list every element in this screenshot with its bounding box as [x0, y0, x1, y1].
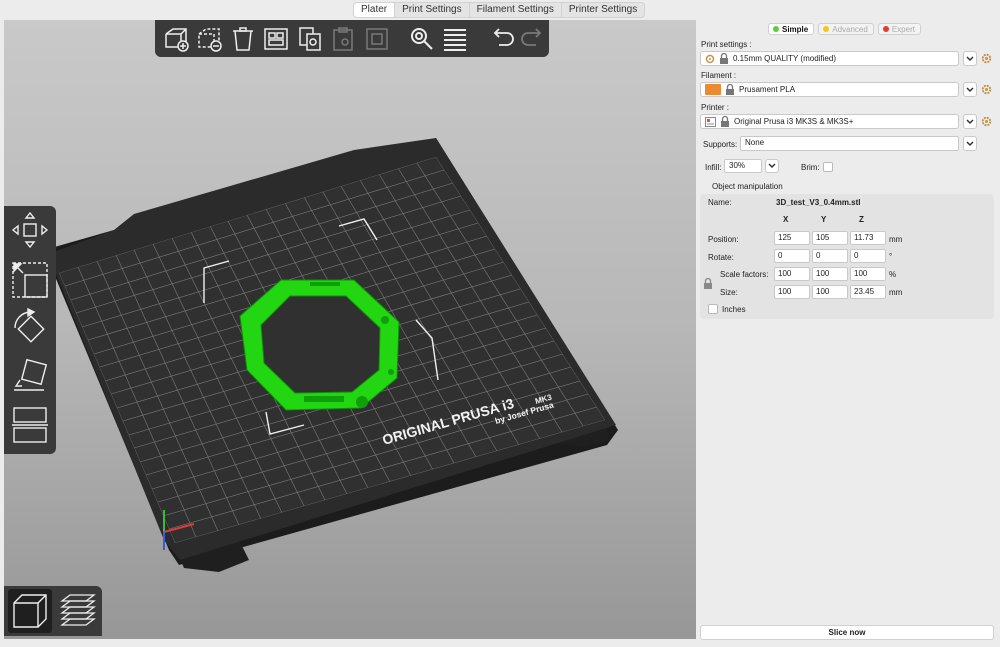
axis-x-label: X	[783, 215, 789, 224]
main-toolbar	[155, 20, 549, 57]
position-z-input[interactable]: 11.73	[850, 231, 886, 245]
simple-dot-icon	[773, 26, 779, 32]
chevron-down-icon	[966, 118, 974, 124]
copy-icon[interactable]	[295, 24, 324, 54]
tab-printer-settings[interactable]: Printer Settings	[562, 3, 644, 17]
name-label: Name:	[708, 198, 732, 207]
mode-selector: Simple Advanced Expert	[768, 23, 921, 35]
slice-now-button[interactable]: Slice now	[700, 625, 994, 640]
inches-checkbox[interactable]	[708, 304, 718, 314]
chevron-down-icon	[966, 86, 974, 92]
tab-plater[interactable]: Plater	[354, 3, 396, 17]
printer-label: Printer :	[701, 103, 730, 112]
lock-icon	[720, 116, 730, 127]
rotate-z-input[interactable]: 0	[850, 249, 886, 263]
chevron-down-icon	[768, 163, 776, 169]
filament-gear-icon[interactable]	[979, 82, 993, 97]
filament-combo[interactable]: Prusament PLA	[700, 82, 959, 97]
scale-x-input[interactable]: 100	[774, 267, 810, 281]
infill-dropdown[interactable]	[765, 159, 779, 173]
uniform-scale-lock-icon[interactable]	[703, 278, 713, 289]
layers-icon[interactable]	[441, 24, 470, 54]
gizmo-toolbar	[4, 206, 56, 454]
place-on-face-icon[interactable]	[8, 354, 52, 398]
mode-simple[interactable]: Simple	[768, 23, 815, 35]
chevron-down-icon	[966, 140, 974, 146]
delete-all-icon[interactable]	[228, 24, 257, 54]
view-mode-switch	[4, 586, 102, 636]
tab-strip: Plater Print Settings Filament Settings …	[353, 2, 646, 18]
preview-layers-icon[interactable]	[56, 589, 100, 633]
move-icon[interactable]	[8, 208, 52, 252]
infill-combo[interactable]: 30%	[724, 159, 762, 173]
axis-y-label: Y	[821, 215, 827, 224]
undo-icon[interactable]	[486, 24, 515, 54]
instance-add-icon[interactable]	[362, 24, 391, 54]
size-z-input[interactable]: 23.45	[850, 285, 886, 299]
advanced-dot-icon	[823, 26, 830, 32]
print-bed-scene[interactable]: ORIGINAL PRUSA i3 MK3 by Josef Prusa	[4, 20, 696, 639]
printer-gear-icon[interactable]	[979, 114, 993, 129]
settings-sidebar: Simple Advanced Expert Print settings : …	[698, 19, 1000, 647]
size-x-input[interactable]: 100	[774, 285, 810, 299]
rotate-x-input[interactable]: 0	[774, 249, 810, 263]
delete-icon[interactable]	[194, 24, 223, 54]
brim-checkbox[interactable]	[823, 162, 833, 172]
supports-label: Supports:	[703, 140, 738, 149]
lock-icon	[719, 53, 729, 64]
print-settings-icon	[705, 54, 715, 63]
mode-expert[interactable]: Expert	[877, 23, 921, 35]
printer-combo[interactable]: Original Prusa i3 MK3S & MK3S+	[700, 114, 959, 129]
printer-dropdown[interactable]	[963, 114, 977, 129]
expert-dot-icon	[882, 26, 889, 32]
scale-unit: %	[889, 270, 897, 279]
arrange-icon[interactable]	[261, 24, 290, 54]
scale-icon[interactable]	[8, 258, 52, 302]
position-unit: mm	[889, 235, 903, 244]
inches-label: Inches	[722, 305, 746, 314]
3d-viewport[interactable]: ORIGINAL PRUSA i3 MK3 by Josef Prusa	[4, 20, 696, 639]
rotate-y-input[interactable]: 0	[812, 249, 848, 263]
tab-filament-settings[interactable]: Filament Settings	[470, 3, 562, 17]
position-label: Position:	[708, 235, 739, 244]
print-settings-dropdown[interactable]	[963, 51, 977, 66]
chevron-down-icon	[966, 55, 974, 61]
object-manipulation-title: Object manipulation	[712, 182, 783, 191]
cut-icon[interactable]	[8, 402, 52, 446]
3d-view-icon[interactable]	[8, 589, 52, 633]
scale-factors-label: Scale factors:	[720, 270, 769, 279]
add-icon[interactable]	[161, 24, 190, 54]
size-label: Size:	[720, 288, 738, 297]
tab-bar: Plater Print Settings Filament Settings …	[0, 0, 1000, 19]
lock-icon	[725, 84, 735, 95]
print-settings-label: Print settings :	[701, 40, 752, 49]
supports-dropdown[interactable]	[963, 136, 977, 151]
object-name: 3D_test_V3_0.4mm.stl	[776, 198, 861, 207]
redo-icon[interactable]	[520, 24, 549, 54]
position-y-input[interactable]: 105	[812, 231, 848, 245]
position-x-input[interactable]: 125	[774, 231, 810, 245]
paste-icon[interactable]	[328, 24, 357, 54]
rotate-label: Rotate:	[708, 253, 734, 262]
infill-label: Infill:	[705, 163, 722, 172]
filament-label: Filament :	[701, 71, 737, 80]
print-settings-gear-icon[interactable]	[979, 51, 993, 66]
size-y-input[interactable]: 100	[812, 285, 848, 299]
filament-dropdown[interactable]	[963, 82, 977, 97]
supports-combo[interactable]: None	[740, 136, 959, 151]
rotate-unit: °	[889, 252, 893, 261]
scale-y-input[interactable]: 100	[812, 267, 848, 281]
mode-advanced[interactable]: Advanced	[818, 23, 874, 35]
rotate-icon[interactable]	[8, 306, 52, 350]
brim-label: Brim:	[801, 163, 820, 172]
filament-color-swatch	[705, 84, 721, 95]
printer-icon	[705, 116, 716, 127]
scale-z-input[interactable]: 100	[850, 267, 886, 281]
size-unit: mm	[889, 288, 903, 297]
tab-print-settings[interactable]: Print Settings	[395, 3, 470, 17]
print-settings-combo[interactable]: 0.15mm QUALITY (modified)	[700, 51, 959, 66]
search-icon[interactable]	[407, 24, 436, 54]
axis-z-label: Z	[859, 215, 864, 224]
